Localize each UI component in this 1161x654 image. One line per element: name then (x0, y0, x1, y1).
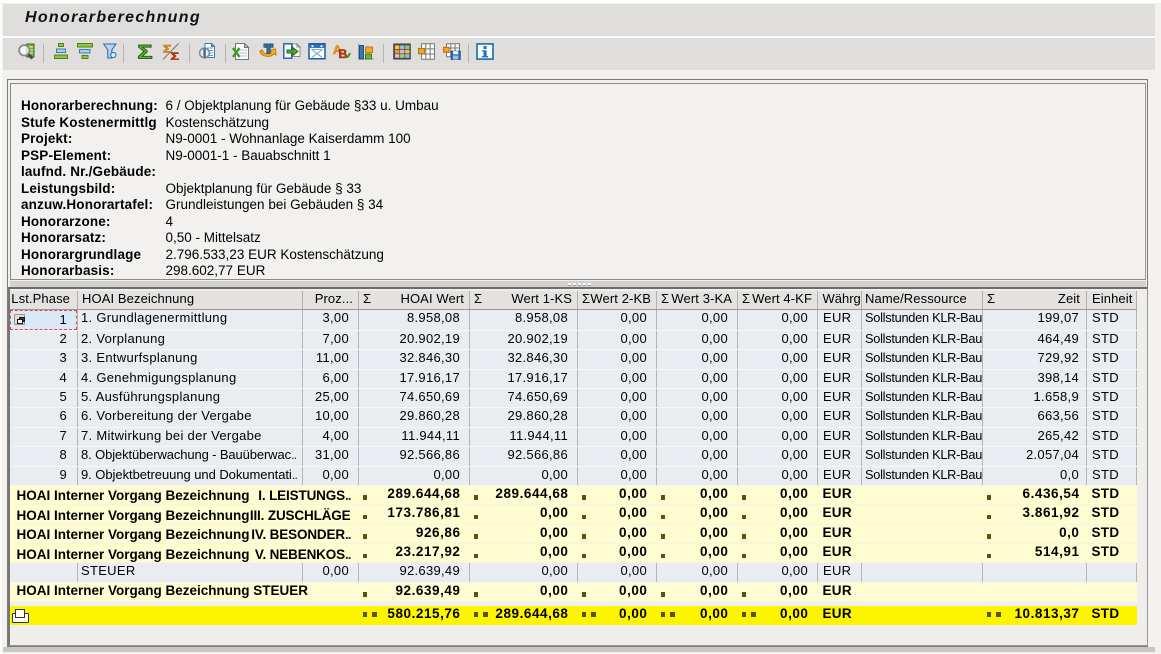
svg-text:Σ: Σ (138, 43, 153, 60)
svg-text:Σ: Σ (170, 51, 179, 60)
